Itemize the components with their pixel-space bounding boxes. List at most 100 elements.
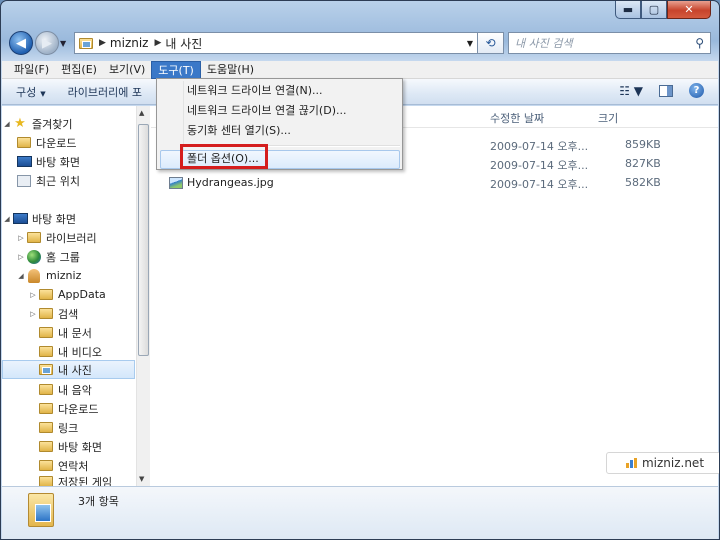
links-folder-icon: [38, 421, 54, 435]
include-in-library-button[interactable]: 라이브러리에 포: [68, 84, 142, 100]
column-date[interactable]: 수정한 날짜: [490, 110, 544, 126]
videos-folder-icon: [38, 345, 54, 359]
tree-label: 바탕 화면: [58, 440, 102, 454]
change-view-icon[interactable]: ☷ ▼: [619, 84, 643, 98]
file-date: 2009-07-14 오후...: [490, 178, 589, 191]
menu-item-map-drive[interactable]: 네트워크 드라이브 연결(N)...: [187, 81, 323, 101]
tree-recent-places[interactable]: 최근 위치: [2, 171, 135, 190]
close-button[interactable]: ✕: [667, 1, 711, 19]
explorer-window: ▬ ▢ ✕ ◀ ▶ ▼ ▶ mizniz ▶ 내 사진 ▼ ⟲ 내 사진 검색 …: [0, 0, 720, 540]
breadcrumb-user[interactable]: mizniz: [110, 36, 149, 50]
star-icon: ★: [14, 116, 26, 131]
expand-arrow-icon[interactable]: ▷: [16, 234, 26, 242]
menu-item-disconnect-drive[interactable]: 네트워크 드라이브 연결 끊기(D)...: [187, 101, 346, 121]
libraries-icon: [26, 231, 42, 245]
pictures-folder-icon: [28, 493, 54, 527]
tree-appdata[interactable]: ▷ AppData: [2, 285, 135, 304]
downloads-folder-icon: [38, 402, 54, 416]
details-pane: 3개 항목: [2, 486, 718, 539]
tree-label: 내 문서: [58, 326, 92, 340]
address-bar[interactable]: ▶ mizniz ▶ 내 사진 ▼: [74, 32, 478, 54]
breadcrumb-pictures[interactable]: 내 사진: [165, 35, 202, 52]
annotation-highlight-box: [180, 144, 268, 169]
music-folder-icon: [38, 383, 54, 397]
organize-button[interactable]: 구성 ▼: [16, 84, 46, 100]
menu-edit[interactable]: 편집(E): [55, 61, 103, 79]
breadcrumb-chevron-icon[interactable]: ▶: [154, 38, 161, 48]
tree-downloads-fav[interactable]: 다운로드: [2, 133, 135, 152]
navigation-pane: ◢ ★ 즐겨찾기 다운로드 바탕 화면 최근 위치 ◢ 바탕 화면 ▷ 라이브러…: [2, 106, 150, 489]
scroll-up-icon[interactable]: ▲: [139, 109, 144, 117]
user-folder-icon: [26, 268, 42, 283]
tree-label: 즐겨찾기: [32, 117, 73, 131]
collapse-arrow-icon[interactable]: ◢: [2, 215, 12, 223]
tree-label: 내 비디오: [58, 345, 102, 359]
search-input[interactable]: 내 사진 검색 ⚲: [508, 32, 711, 54]
address-dropdown-icon[interactable]: ▼: [467, 39, 473, 48]
documents-folder-icon: [38, 326, 54, 340]
recent-pages-dropdown-icon[interactable]: ▼: [60, 39, 70, 48]
refresh-icon: ⟲: [485, 36, 496, 50]
tree-label: 바탕 화면: [36, 155, 80, 169]
image-file-icon: [169, 176, 183, 189]
help-icon[interactable]: ?: [689, 83, 704, 98]
breadcrumb-chevron-icon[interactable]: ▶: [99, 38, 106, 48]
menu-view[interactable]: 보기(V): [103, 61, 151, 79]
file-size: 859KB: [625, 138, 661, 151]
search-icon[interactable]: ⚲: [695, 36, 704, 50]
tree-videos[interactable]: 내 비디오: [2, 342, 135, 361]
tree-user[interactable]: ◢ mizniz: [2, 266, 135, 285]
menu-file[interactable]: 파일(F): [8, 61, 55, 79]
collapse-arrow-icon[interactable]: ◢: [2, 120, 12, 128]
tree-favorites[interactable]: ◢ ★ 즐겨찾기: [2, 114, 135, 133]
tree-label: 바탕 화면: [32, 212, 76, 226]
tree-libraries[interactable]: ▷ 라이브러리: [2, 228, 135, 247]
menu-tools[interactable]: 도구(T): [151, 60, 201, 79]
menu-bar: 파일(F) 편집(E) 보기(V) 도구(T) 도움말(H): [2, 60, 718, 79]
tree-documents[interactable]: 내 문서: [2, 323, 135, 342]
item-count: 3개 항목: [78, 495, 119, 508]
tree-desktop[interactable]: ◢ 바탕 화면: [2, 209, 135, 228]
file-row[interactable]: Hydrangeas.jpg 2009-07-14 오후... 582KB: [151, 174, 718, 193]
expand-arrow-icon[interactable]: ▷: [16, 253, 26, 261]
menu-item-sync-center[interactable]: 동기화 센터 열기(S)...: [187, 121, 291, 141]
tree-searches[interactable]: ▷ 검색: [2, 304, 135, 323]
tree-downloads[interactable]: 다운로드: [2, 399, 135, 418]
desktop-icon: [12, 212, 28, 226]
refresh-button[interactable]: ⟲: [478, 32, 504, 54]
scroll-down-icon[interactable]: ▼: [139, 475, 144, 483]
folder-icon: [38, 288, 54, 302]
caption-buttons: ▬ ▢ ✕: [615, 1, 711, 19]
tree-pictures[interactable]: 내 사진: [2, 360, 135, 379]
tree-music[interactable]: 내 음악: [2, 380, 135, 399]
back-button[interactable]: ◀: [9, 31, 33, 55]
collapse-arrow-icon[interactable]: ◢: [16, 272, 26, 280]
pictures-folder-icon: [79, 37, 93, 49]
tree-label: 내 음악: [58, 383, 92, 397]
column-size[interactable]: 크기: [598, 110, 618, 126]
scrollbar-thumb[interactable]: [138, 124, 149, 356]
forward-button[interactable]: ▶: [35, 31, 59, 55]
expand-arrow-icon[interactable]: ▷: [28, 310, 38, 318]
tree-label: 최근 위치: [36, 174, 80, 188]
navigation-row: ◀ ▶ ▼ ▶ mizniz ▶ 내 사진 ▼ ⟲ 내 사진 검색 ⚲: [9, 29, 711, 57]
recent-places-icon: [16, 174, 32, 188]
minimize-button[interactable]: ▬: [615, 1, 641, 19]
tree-desktop-user[interactable]: 바탕 화면: [2, 437, 135, 456]
tree-links[interactable]: 링크: [2, 418, 135, 437]
file-size: 582KB: [625, 176, 661, 189]
watermark-text: mizniz.net: [641, 456, 705, 470]
organize-dropdown-icon: ▼: [40, 89, 46, 98]
homegroup-icon: [26, 249, 42, 264]
menu-help[interactable]: 도움말(H): [201, 61, 260, 79]
tree-homegroup[interactable]: ▷ 홈 그룹: [2, 247, 135, 266]
expand-arrow-icon[interactable]: ▷: [28, 291, 38, 299]
navigation-scrollbar[interactable]: ▲ ▼: [136, 106, 150, 486]
tree-desktop-fav[interactable]: 바탕 화면: [2, 152, 135, 171]
preview-pane-icon[interactable]: [659, 84, 673, 97]
tree-label: 내 사진: [58, 363, 92, 377]
search-folder-icon: [38, 307, 54, 321]
downloads-folder-icon: [16, 136, 32, 150]
tree-label: 링크: [58, 421, 79, 435]
maximize-button[interactable]: ▢: [641, 1, 667, 19]
